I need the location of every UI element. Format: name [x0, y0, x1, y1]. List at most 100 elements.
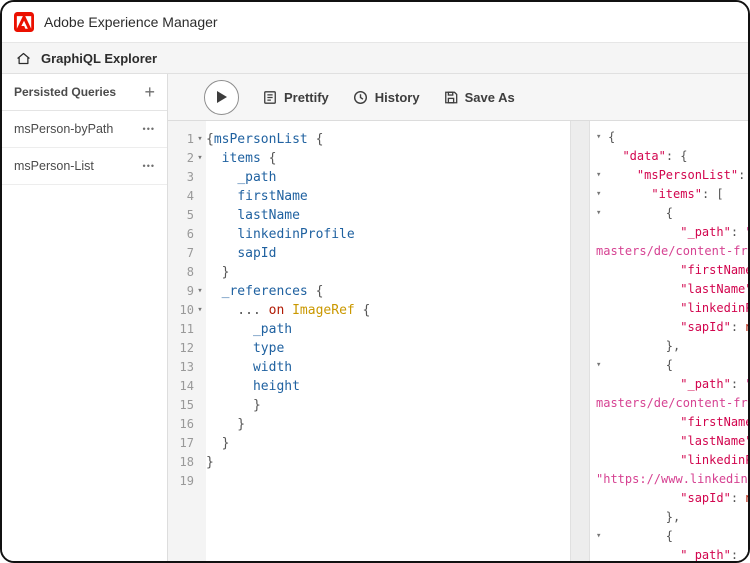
- code-line: 18}: [168, 453, 570, 472]
- fold-toggle-icon: [596, 508, 608, 527]
- fold-toggle-icon[interactable]: ▾: [596, 356, 608, 375]
- fold-toggle-icon: [596, 546, 608, 561]
- fold-toggle-icon: [596, 375, 608, 394]
- fold-toggle-icon: [194, 396, 206, 415]
- code-line: 16 }: [168, 415, 570, 434]
- prettify-label: Prettify: [284, 90, 329, 105]
- code-text: }: [206, 396, 261, 415]
- code-text: "firstName":: [608, 413, 748, 432]
- history-button[interactable]: History: [353, 90, 420, 105]
- add-query-button[interactable]: +: [144, 83, 155, 101]
- history-label: History: [375, 90, 420, 105]
- save-icon: [444, 90, 458, 105]
- persisted-queries-heading: Persisted Queries: [14, 85, 116, 99]
- fold-toggle-icon[interactable]: ▾: [596, 185, 608, 204]
- code-text: lastName: [206, 206, 300, 225]
- app-window: Adobe Experience Manager GraphiQL Explor…: [0, 0, 750, 563]
- fold-toggle-icon: [596, 318, 608, 337]
- code-line: ▾ {: [596, 356, 748, 375]
- code-text: {: [608, 527, 673, 546]
- fold-toggle-icon[interactable]: ▾: [194, 149, 206, 168]
- code-text: "firstName":: [608, 261, 748, 280]
- code-text: sapId: [206, 244, 276, 263]
- code-line: "sapId": null: [596, 318, 748, 337]
- code-text: "data": {: [608, 147, 688, 166]
- code-text: {: [608, 128, 615, 147]
- line-number: 3: [168, 168, 194, 187]
- fold-toggle-icon[interactable]: ▾: [596, 128, 608, 147]
- code-text: "sapId": null: [608, 489, 748, 508]
- query-list-item[interactable]: msPerson-List•••: [2, 148, 167, 185]
- line-number: 18: [168, 453, 194, 472]
- fold-toggle-icon: [194, 377, 206, 396]
- fold-toggle-icon: [596, 413, 608, 432]
- code-text: {: [608, 204, 673, 223]
- fold-toggle-icon: [194, 225, 206, 244]
- save-as-button[interactable]: Save As: [444, 90, 515, 105]
- code-text: _path: [206, 320, 292, 339]
- code-line: 9▾ _references {: [168, 282, 570, 301]
- home-icon[interactable]: [16, 51, 31, 66]
- fold-toggle-icon[interactable]: ▾: [596, 204, 608, 223]
- fold-toggle-icon: [596, 147, 608, 166]
- code-text: },: [608, 337, 680, 356]
- line-number: 6: [168, 225, 194, 244]
- query-editor[interactable]: 1▾{msPersonList {2▾ items {3 _path4 firs…: [168, 121, 570, 561]
- execute-query-button[interactable]: [204, 80, 239, 115]
- code-line: 7 sapId: [168, 244, 570, 263]
- code-line: "linkedinProfile":: [596, 299, 748, 318]
- code-line: 13 width: [168, 358, 570, 377]
- code-line: 17 }: [168, 434, 570, 453]
- fold-toggle-icon[interactable]: ▾: [194, 130, 206, 149]
- more-options-icon[interactable]: •••: [143, 161, 155, 171]
- line-number: 2: [168, 149, 194, 168]
- code-line: 8 }: [168, 263, 570, 282]
- pane-divider[interactable]: [570, 121, 590, 561]
- fold-toggle-icon[interactable]: ▾: [194, 282, 206, 301]
- top-bar: Adobe Experience Manager: [2, 2, 748, 43]
- fold-toggle-icon[interactable]: ▾: [596, 166, 608, 185]
- fold-toggle-icon: [596, 489, 608, 508]
- code-line: ▾ {: [596, 204, 748, 223]
- code-line: 4 firstName: [168, 187, 570, 206]
- fold-toggle-icon[interactable]: ▾: [194, 301, 206, 320]
- code-text: "msPersonList": {: [608, 166, 748, 185]
- fold-toggle-icon: [194, 320, 206, 339]
- code-line: ▾ "msPersonList": {: [596, 166, 748, 185]
- fold-toggle-icon: [194, 206, 206, 225]
- code-line: "data": {: [596, 147, 748, 166]
- fold-toggle-icon: [596, 337, 608, 356]
- code-line: "lastName":: [596, 280, 748, 299]
- code-line: "_path": "/content/dam/: [596, 375, 748, 394]
- code-line: "firstName":: [596, 261, 748, 280]
- code-line: masters/de/content-fragm: [596, 394, 748, 413]
- code-text: {msPersonList {: [206, 130, 323, 149]
- code-text: },: [608, 508, 680, 527]
- line-number: 14: [168, 377, 194, 396]
- code-line: masters/de/content-fragm: [596, 242, 748, 261]
- code-line: "https://www.linkedin.co: [596, 470, 748, 489]
- fold-toggle-icon: [596, 432, 608, 451]
- code-text: "lastName":: [608, 280, 748, 299]
- persisted-queries-sidebar: Persisted Queries + msPerson-byPath•••ms…: [2, 74, 168, 561]
- code-text: {: [608, 356, 673, 375]
- line-number: 5: [168, 206, 194, 225]
- adobe-logo-icon: [14, 12, 34, 32]
- query-list-item[interactable]: msPerson-byPath •••: [2, 111, 167, 148]
- sidebar-header: Persisted Queries +: [2, 74, 167, 111]
- code-text: height: [206, 377, 300, 396]
- code-line: ▾ "items": [: [596, 185, 748, 204]
- line-number: 12: [168, 339, 194, 358]
- code-line: 14 height: [168, 377, 570, 396]
- fold-toggle-icon: [194, 434, 206, 453]
- query-item-label: msPerson-byPath: [14, 122, 113, 136]
- fold-toggle-icon[interactable]: ▾: [596, 527, 608, 546]
- graphiql-toolbar: Prettify History: [168, 74, 748, 121]
- fold-toggle-icon: [194, 472, 206, 491]
- line-number: 17: [168, 434, 194, 453]
- code-text: "_path": "/content/dam/: [608, 223, 748, 242]
- code-text: }: [206, 263, 229, 282]
- code-text: "_path":: [608, 546, 745, 561]
- prettify-button[interactable]: Prettify: [263, 90, 329, 105]
- more-options-icon[interactable]: •••: [143, 124, 155, 134]
